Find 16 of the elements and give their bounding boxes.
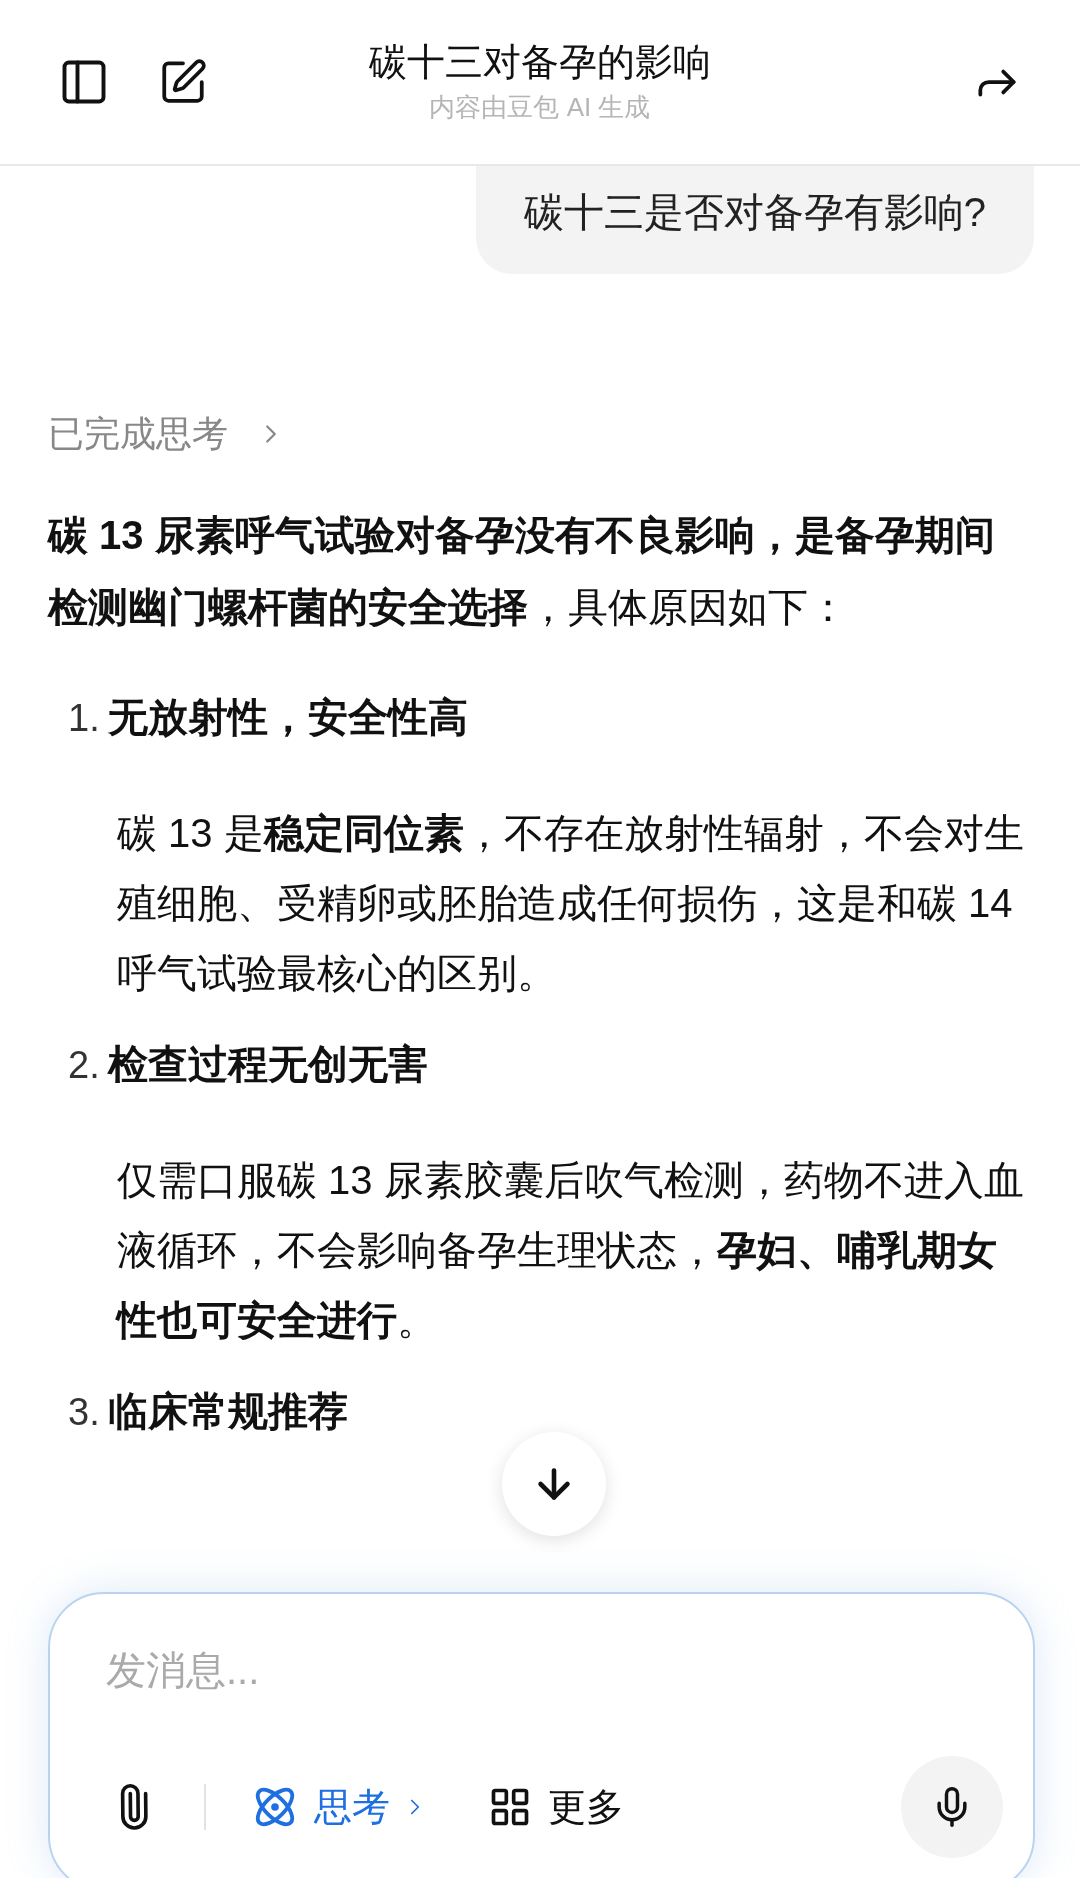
list-number: 1. <box>68 696 100 741</box>
list-paragraph: 碳 13 是稳定同位素，不存在放射性辐射，不会对生殖细胞、受精卵或胚胎造成任何损伤，这是和碳 14 呼气试验最核心的区别。 <box>116 810 1025 997</box>
list-paragraph: 仅需口服碳 13 尿素胶囊后吹气检测，药物不进入血液循环，不会影响备孕生理状态，孕妇、哺乳期女性也可安全进行。 <box>114 1157 1025 1344</box>
list-heading: 检查过程无创无害 <box>107 1041 428 1088</box>
user-message-bubble: 碳十三是否对备孕有影响? <box>475 164 1034 274</box>
answer-intro: 碳 13 尿素呼气试验对备孕没有不良影响，是备孕期间检测幽门螺杆菌的安全选择，具体原因如下： <box>48 512 996 631</box>
list-heading: 临床常规推荐 <box>107 1388 348 1435</box>
thinking-toggle[interactable]: 已完成思考 <box>48 409 286 459</box>
chat-title: 碳十三对备孕的影响 <box>369 40 711 85</box>
think-toggle[interactable]: 思考 <box>252 1782 428 1832</box>
chat-subtitle: 内容由豆包 AI 生成 <box>429 91 651 124</box>
list-number: 2. <box>68 1043 100 1088</box>
message-input[interactable]: 发消息... <box>106 1642 977 1698</box>
list-number: 3. <box>68 1390 100 1435</box>
list-heading: 无放射性，安全性高 <box>107 694 468 741</box>
more-button[interactable]: 更多 <box>488 1782 624 1832</box>
